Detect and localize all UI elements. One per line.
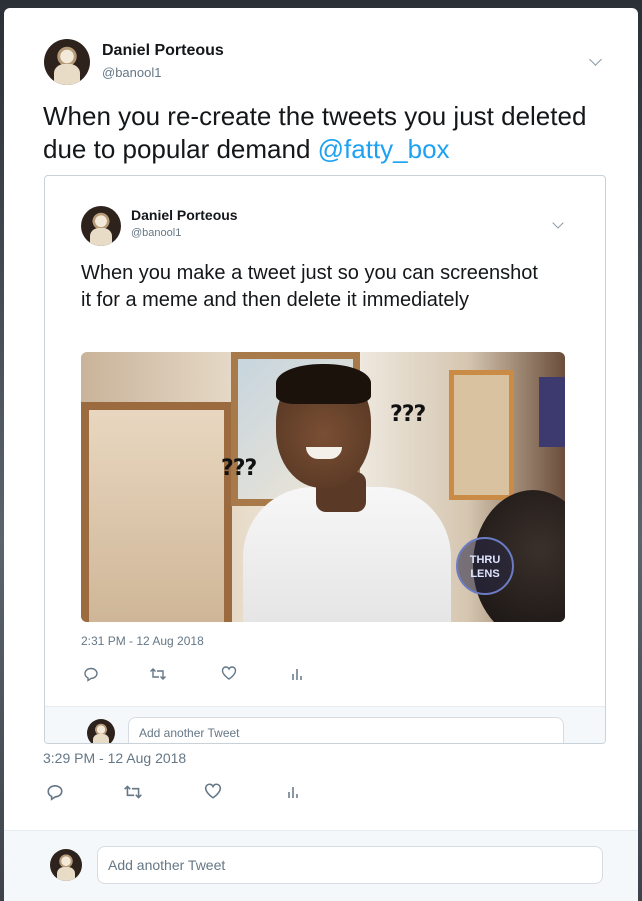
like-icon [221,666,237,680]
question-marks-right: ??? [390,402,426,427]
like-icon[interactable] [204,782,222,800]
embedded-reply-avatar [87,719,115,743]
author-handle[interactable]: @banool1 [102,65,161,80]
embedded-tweet-screenshot: Daniel Porteous @banool1 When you make a… [44,175,606,744]
embedded-reply-input: Add another Tweet [128,717,564,743]
tweet-card: Daniel Porteous @banool1 When you re-cre… [4,8,638,901]
author-name[interactable]: Daniel Porteous [102,42,224,60]
chevron-down-icon[interactable] [589,53,602,66]
picture-frame [81,402,232,622]
embedded-reply-bar: Add another Tweet [45,706,605,743]
embedded-timestamp: 2:31 PM - 12 Aug 2018 [81,634,204,648]
mention-link[interactable]: @fatty_box [318,134,450,164]
embedded-author-name: Daniel Porteous [131,207,238,223]
retweet-icon[interactable] [123,783,143,801]
chevron-down-icon [552,217,564,229]
analytics-icon[interactable] [286,783,300,801]
embedded-author-handle: @banool1 [131,227,182,239]
watermark-logo: THRU LENS [456,537,514,595]
embedded-author-avatar [81,206,121,246]
reply-input[interactable]: Add another Tweet [97,846,603,884]
meme-image: ??? ??? THRU LENS [81,352,565,622]
question-marks-left: ??? [221,456,257,481]
wall-poster [539,377,565,447]
analytics-icon [292,669,302,680]
reply-icon[interactable] [46,783,64,801]
person-hair [276,364,371,404]
embedded-tweet-text: When you make a tweet just so you can sc… [81,262,538,311]
author-avatar[interactable] [44,39,90,85]
picture-frame [449,370,514,500]
tweet-body: When you re-create the tweets you just d… [43,101,587,164]
tweet-text: When you re-create the tweets you just d… [43,100,603,166]
current-user-avatar [50,849,82,881]
retweet-icon [150,668,166,680]
reply-icon [84,667,98,682]
reply-bar: Add another Tweet [4,830,638,901]
tweet-timestamp[interactable]: 3:29 PM - 12 Aug 2018 [43,750,186,766]
